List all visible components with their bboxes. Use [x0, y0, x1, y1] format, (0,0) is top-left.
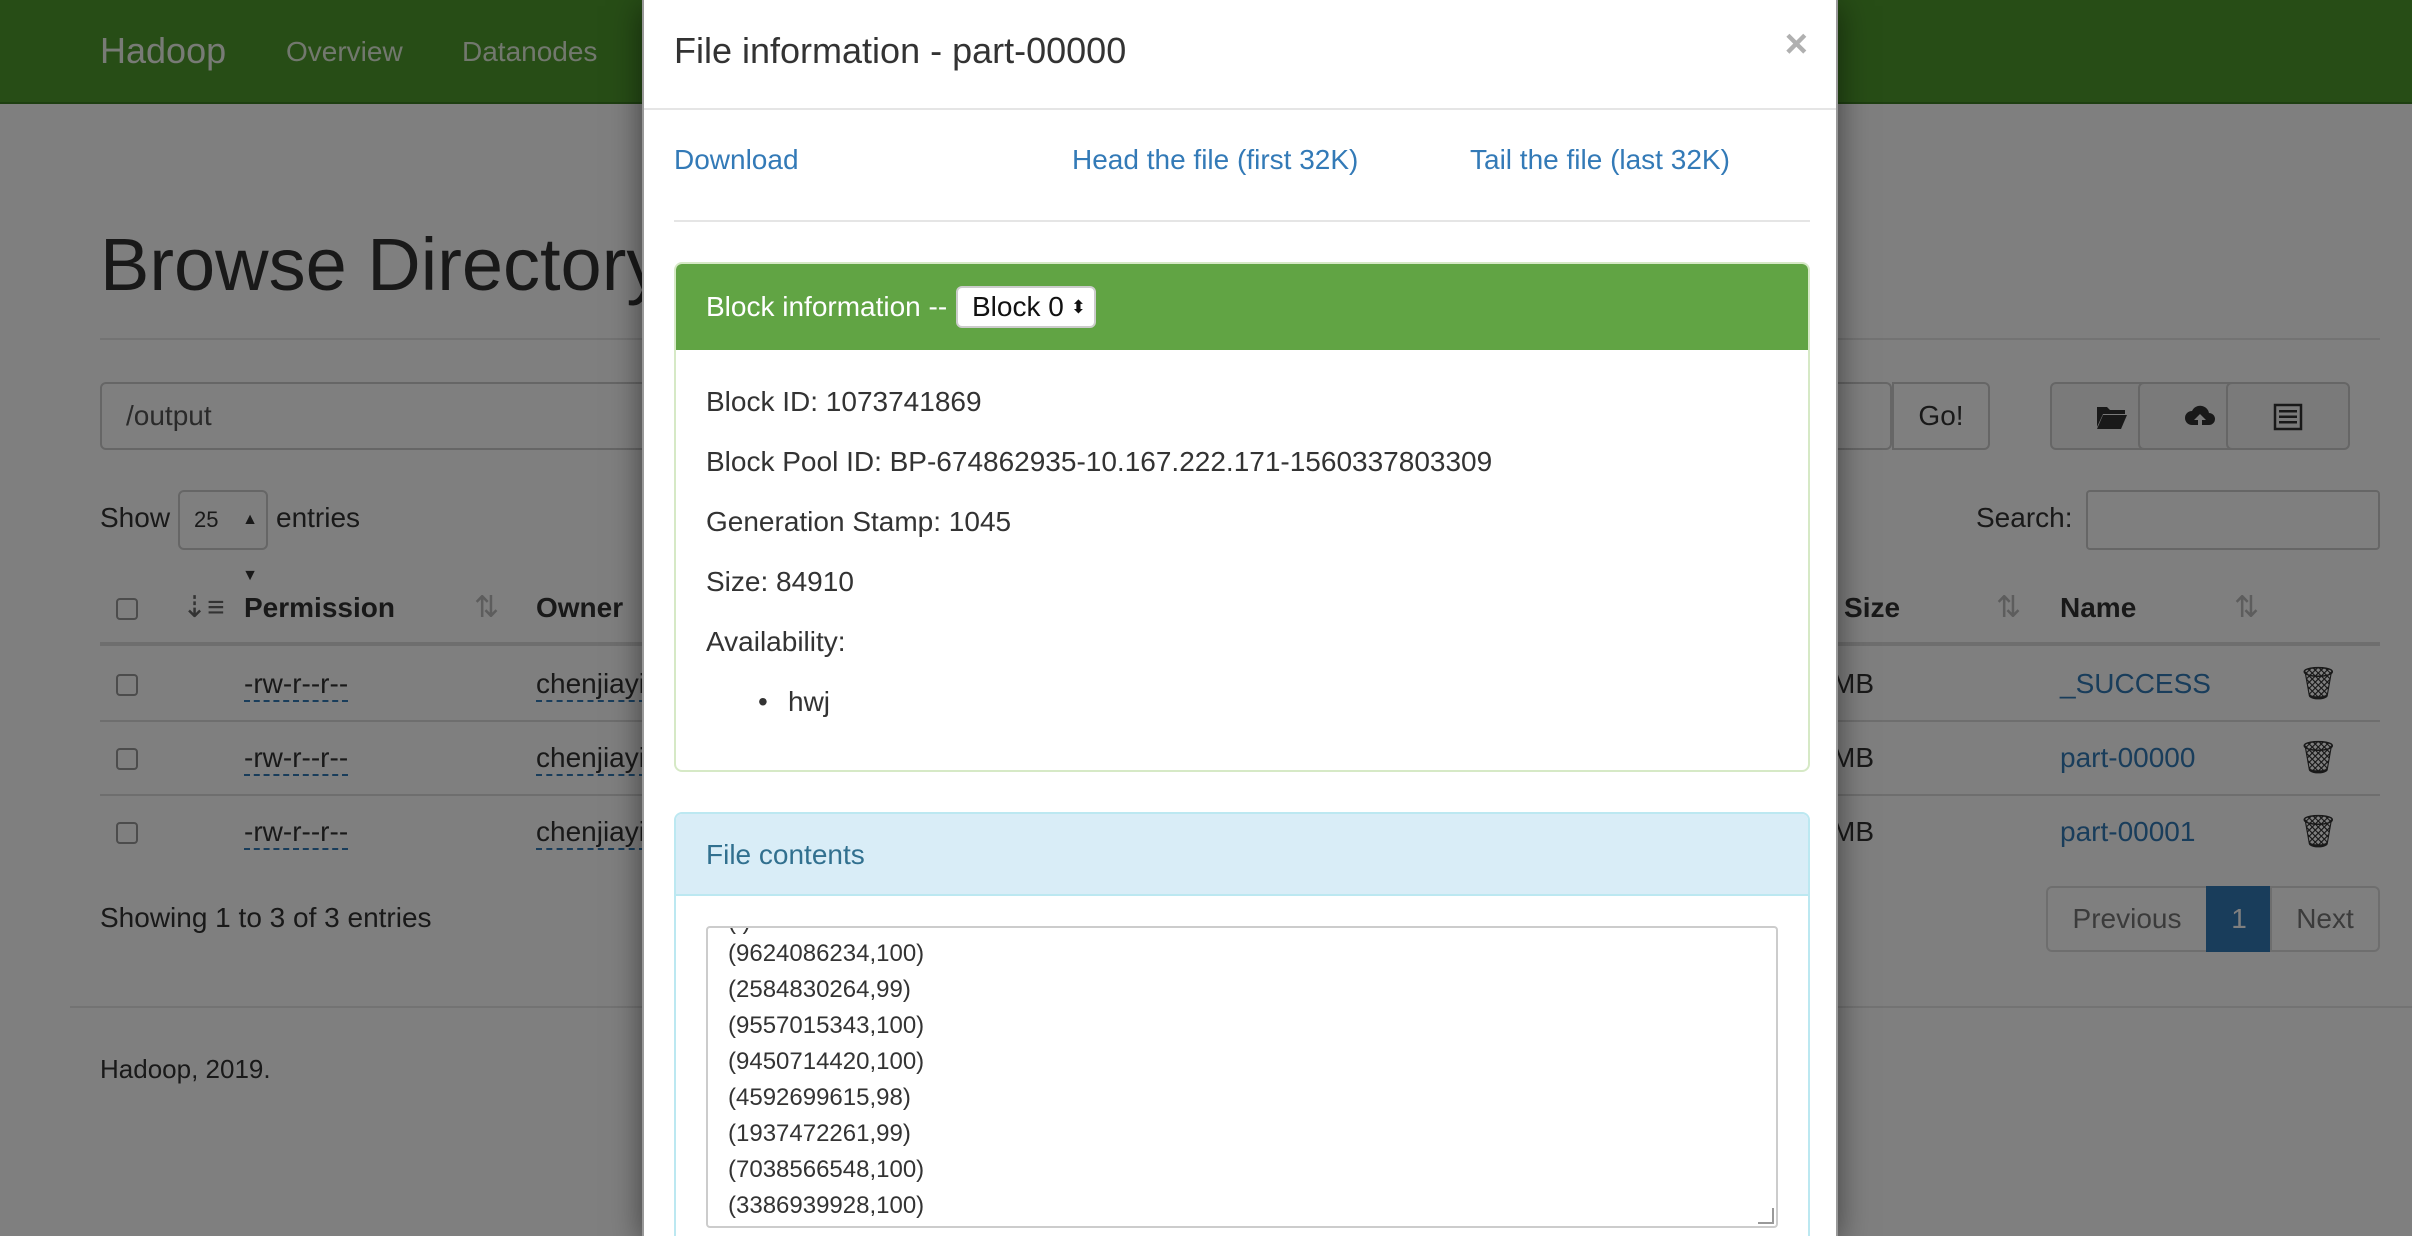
content-line: (1937472261,99) [728, 1120, 911, 1147]
content-line: (2584830264,99) [728, 976, 911, 1003]
file-contents-heading: File contents [676, 814, 1808, 896]
block-pool-id: Block Pool ID: BP-674862935-10.167.222.1… [706, 446, 1493, 477]
modal-header-divider [644, 108, 1836, 110]
block-size: Size: 84910 [706, 566, 854, 597]
block-id: Block ID: 1073741869 [706, 386, 982, 417]
content-line: (7038566548,100) [728, 1156, 925, 1183]
close-icon[interactable]: × [1785, 22, 1808, 67]
modal-title: File information - part-00000 [674, 30, 1127, 71]
content-line: (9450714420,100) [728, 1048, 925, 1075]
block-info-panel: Block information -- Block 0 ⬍ Block ID:… [674, 262, 1810, 772]
block-select-value: Block 0 [972, 291, 1064, 322]
content-line: (4592699615,98) [728, 1084, 911, 1111]
file-info-modal: File information - part-00000 × Download… [642, 0, 1838, 1236]
content-line: (3386939928,100) [728, 1192, 925, 1219]
head-file-link[interactable]: Head the file (first 32K) [1072, 144, 1358, 176]
content-line-partial: ( ) [728, 928, 751, 936]
file-contents-panel: File contents ( ) (9624086234,100) (2584… [674, 812, 1810, 1236]
block-info-header: Block information -- Block 0 ⬍ [676, 264, 1808, 350]
content-line: (9557015343,100) [728, 1012, 925, 1039]
resize-handle[interactable] [1758, 1208, 1774, 1224]
block-select[interactable]: Block 0 ⬍ [956, 286, 1096, 328]
tail-file-link[interactable]: Tail the file (last 32K) [1470, 144, 1730, 176]
availability-label: Availability: [706, 626, 846, 657]
availability-node: hwj [758, 686, 830, 718]
generation-stamp: Generation Stamp: 1045 [706, 506, 1012, 537]
download-link[interactable]: Download [674, 144, 799, 176]
select-arrows-icon: ⬍ [1070, 297, 1086, 317]
content-line: (9624086234,100) [728, 940, 925, 967]
block-info-heading: Block information -- [706, 291, 948, 322]
links-divider [674, 220, 1810, 222]
file-contents-textarea[interactable]: ( ) (9624086234,100) (2584830264,99) (95… [706, 926, 1778, 1228]
